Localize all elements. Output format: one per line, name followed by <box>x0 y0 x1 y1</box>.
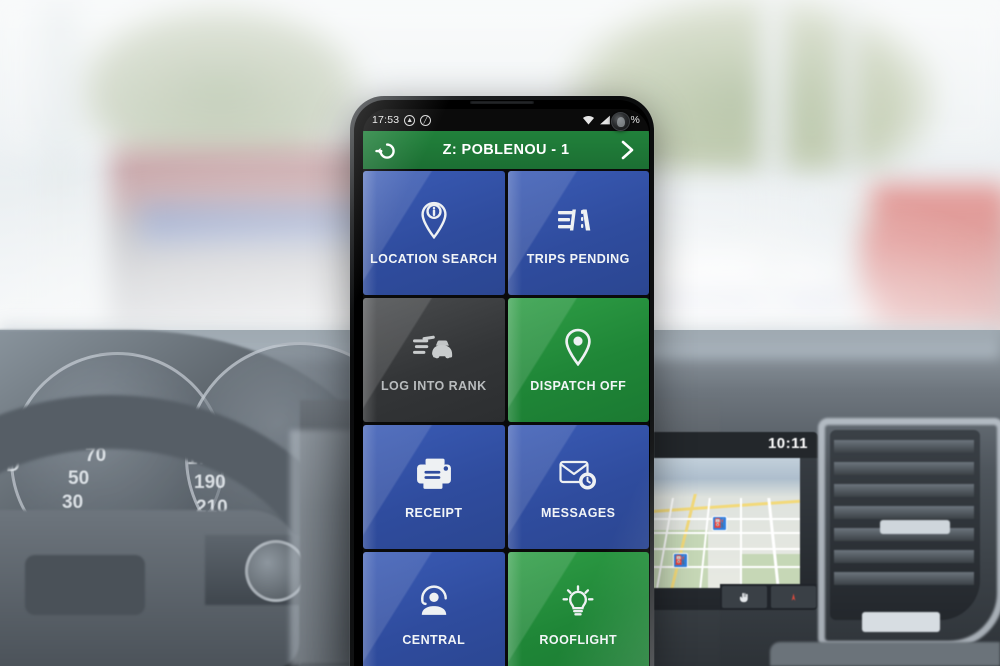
nav-road-v3 <box>740 498 742 588</box>
tile-label: RECEIPT <box>405 506 463 520</box>
dashboard-switch-panel[interactable] <box>862 612 940 632</box>
menu-grid: LOCATION SEARCH TRIPS PENDING LOG INTO R… <box>363 169 649 666</box>
tile-label: CENTRAL <box>402 633 466 647</box>
vent-slat-4 <box>834 506 974 519</box>
tile-label: MESSAGES <box>541 506 616 520</box>
status-bar: 17:53 ▲ ╱ 60 % <box>363 109 649 131</box>
dashboard-lower-panel <box>770 642 1000 666</box>
nav-fuel-poi-1: ⛽ <box>712 516 727 531</box>
nav-park-b <box>740 554 800 588</box>
tile-label: LOCATION SEARCH <box>370 252 498 266</box>
status-time: 17:53 <box>372 114 400 126</box>
forward-button[interactable] <box>609 133 643 167</box>
road-list-icon <box>558 200 598 240</box>
front-camera <box>611 112 630 131</box>
nav-compass-button[interactable] <box>771 586 816 608</box>
tile-receipt[interactable]: RECEIPT <box>363 425 505 549</box>
app-header: Z: POBLENOU - 1 <box>363 131 649 169</box>
map-pin-icon <box>562 327 594 367</box>
vent-slat-2 <box>834 462 974 475</box>
page-title: Z: POBLENOU - 1 <box>442 142 570 158</box>
back-arrow-circle-icon <box>375 143 395 159</box>
envelope-clock-icon <box>559 454 597 494</box>
chevron-right-icon <box>621 140 634 160</box>
phone-body: 17:53 ▲ ╱ 60 % <box>354 100 650 666</box>
receipt-printer-icon <box>416 454 452 494</box>
tile-label: TRIPS PENDING <box>526 252 630 266</box>
tile-log-into-rank[interactable]: LOG INTO RANK <box>363 298 505 422</box>
map-pin-info-icon <box>417 200 451 240</box>
phone-screen: 17:53 ▲ ╱ 60 % <box>363 109 649 666</box>
signal-icon <box>599 115 611 125</box>
tile-dispatch-off[interactable]: DISPATCH OFF <box>507 298 649 422</box>
phone-device: 17:53 ▲ ╱ 60 % <box>350 96 654 666</box>
hand-icon <box>739 592 748 602</box>
vent-slat-1 <box>834 440 974 453</box>
support-headset-icon <box>417 581 451 621</box>
nav-road-h2 <box>648 532 800 534</box>
earpiece-speaker <box>470 101 534 104</box>
tile-label: DISPATCH OFF <box>530 379 627 393</box>
nav-map-view: ⛽ ⛽ <box>648 458 800 588</box>
wifi-icon <box>582 115 595 125</box>
lightbulb-icon <box>560 581 596 621</box>
tile-central[interactable]: CENTRAL <box>363 552 505 666</box>
vent-direction-tab[interactable] <box>880 520 950 534</box>
steering-wheel-controls <box>25 555 145 615</box>
status-bar-left: 17:53 ▲ ╱ <box>372 114 432 126</box>
compass-icon <box>791 592 796 601</box>
tile-messages[interactable]: MESSAGES <box>507 425 649 549</box>
app-notification-icon: ▲ <box>404 114 416 126</box>
taxi-car-icon <box>412 327 455 367</box>
tile-label: ROOFLIGHT <box>539 633 618 647</box>
tile-location-search[interactable]: LOCATION SEARCH <box>363 171 505 295</box>
nav-clock: 10:11 <box>767 435 808 452</box>
back-button[interactable] <box>369 133 403 167</box>
car-navigation-unit: 10:11 ⛽ ⛽ <box>648 432 818 610</box>
vent-slat-3 <box>834 484 974 497</box>
nav-fuel-poi-2: ⛽ <box>673 553 688 568</box>
vent-slat-6 <box>834 550 974 563</box>
tile-trips-pending[interactable]: TRIPS PENDING <box>507 171 649 295</box>
vent-slat-7 <box>834 572 974 585</box>
nav-road-h3 <box>648 548 800 550</box>
tile-rooflight[interactable]: ROOFLIGHT <box>507 552 649 666</box>
do-not-disturb-icon: ╱ <box>420 114 432 126</box>
nav-hand-button[interactable] <box>722 586 767 608</box>
tile-label: LOG INTO RANK <box>380 379 487 393</box>
nav-toolbar[interactable] <box>720 584 818 610</box>
